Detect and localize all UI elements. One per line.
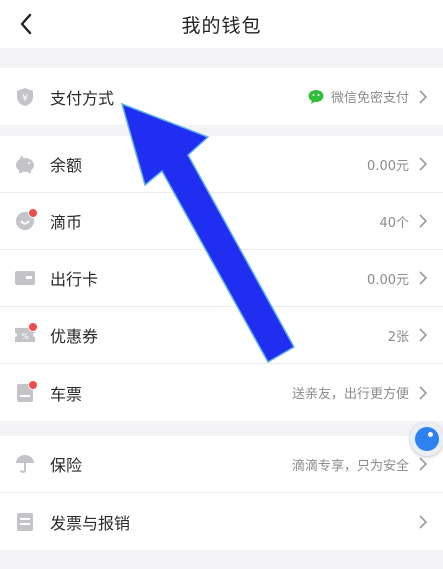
piggy-bank-icon [14,153,36,175]
travel-card-value: 0.00元 [367,272,409,288]
coins-row[interactable]: 滴币 40个 [0,193,443,250]
chevron-right-icon [415,270,431,286]
invoice-icon [14,511,36,533]
coupons-row[interactable]: % 优惠券 2张 [0,307,443,364]
services-group: 保险 滴滴专享，只为安全 发票与报销 [0,436,443,550]
page-title: 我的钱包 [181,14,262,37]
payment-method-value: 微信免密支付 [308,87,409,106]
chevron-right-icon [415,156,431,172]
coupons-label: 优惠券 [50,327,99,346]
insurance-value: 滴滴专享，只为安全 [291,458,409,474]
card-icon [14,267,36,289]
payment-method-text: 微信免密支付 [330,91,409,106]
assistant-bubble-icon [415,427,439,451]
tickets-value: 送亲友，出行更方便 [291,387,409,402]
shield-yen-icon: ¥ [14,86,36,108]
wallet-items-group: 余额 0.00元 滴币 40个 出行卡 0.00元 % 优惠券 2张 车票 送亲… [0,136,443,421]
svg-text:¥: ¥ [22,93,28,104]
wallet-page: 我的钱包 ¥ 支付方式 微信免密支付 余额 0.00元 滴币 40个 出行卡 0… [0,0,443,569]
invoice-label: 发票与报销 [50,513,131,533]
coins-label: 滴币 [50,213,83,232]
balance-row[interactable]: 余额 0.00元 [0,136,443,193]
chevron-right-icon [415,89,431,105]
tickets-row[interactable]: 车票 送亲友，出行更方便 [0,364,443,421]
invoice-row[interactable]: 发票与报销 [0,493,443,550]
smile-coin-icon [14,208,38,232]
chevron-right-icon [415,213,431,229]
nav-bar: 我的钱包 [0,0,443,48]
balance-label: 余额 [50,156,83,175]
chevron-right-icon [415,514,431,530]
travel-card-label: 出行卡 [50,270,99,289]
payment-method-row[interactable]: ¥ 支付方式 微信免密支付 [0,68,443,125]
coins-value: 40个 [379,215,409,231]
ticket-icon [14,379,38,404]
coupon-icon: % [14,322,38,346]
notification-dot [28,208,38,218]
chevron-right-icon [415,385,431,401]
wechat-pay-icon [308,89,326,105]
payment-group: ¥ 支付方式 微信免密支付 [0,68,443,125]
umbrella-icon [14,453,36,475]
notification-dot [28,379,38,390]
chevron-left-icon [20,13,32,35]
payment-method-label: 支付方式 [50,88,115,108]
back-button[interactable] [12,10,40,38]
insurance-label: 保险 [50,456,83,475]
balance-value: 0.00元 [367,158,409,174]
travel-card-row[interactable]: 出行卡 0.00元 [0,250,443,307]
chevron-right-icon [415,456,431,472]
notification-dot [28,322,38,332]
floating-assistant-button[interactable] [410,422,443,456]
chevron-right-icon [415,327,431,343]
coupons-value: 2张 [387,329,409,345]
insurance-row[interactable]: 保险 滴滴专享，只为安全 [0,436,443,493]
svg-text:%: % [21,332,29,341]
tickets-label: 车票 [50,384,83,404]
